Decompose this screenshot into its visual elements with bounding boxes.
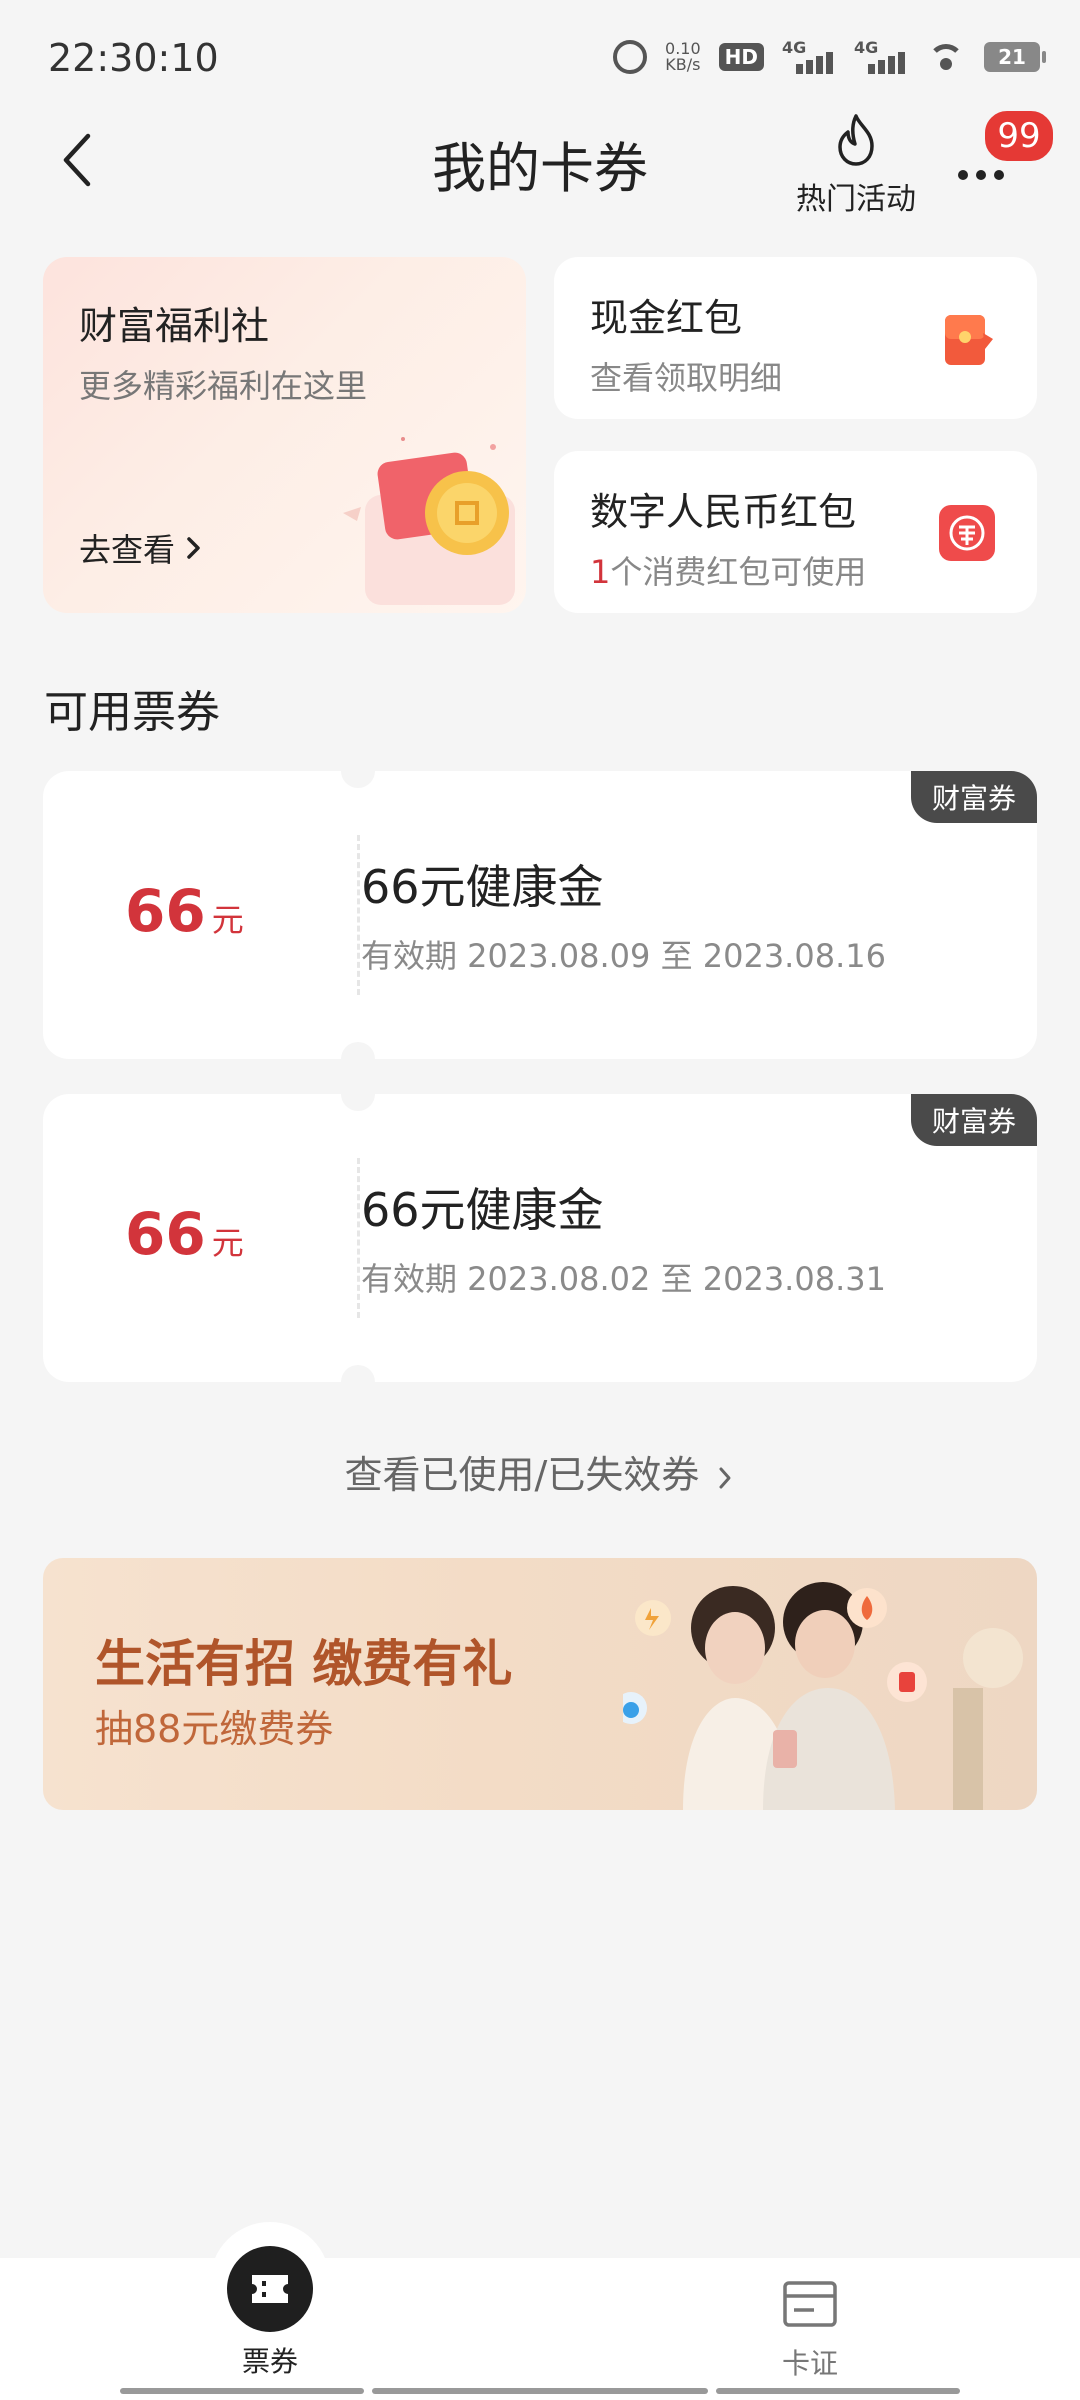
chevron-right-icon	[719, 1467, 731, 1488]
tab-tickets-label: 票券	[241, 2345, 298, 2378]
wealth-card-link-label: 去查看	[79, 531, 176, 569]
more-dot-icon	[976, 170, 986, 180]
signal-type: 4G	[782, 38, 807, 57]
more-dot-icon	[958, 170, 968, 180]
digital-currency-icon	[939, 505, 995, 561]
ticket-amount-unit: 元	[211, 901, 244, 939]
ticket-card[interactable]: 66 元 66元健康金 有效期 2023.08.02 至 2023.08.31 …	[43, 1094, 1037, 1382]
digital-card-subtitle-text: 个消费红包可使用	[610, 553, 867, 591]
used-expired-tickets-link[interactable]: 查看已使用/已失效券	[0, 1444, 1080, 1499]
section-title-available-tickets: 可用票券	[44, 687, 220, 738]
tab-cards-label: 卡证	[781, 2347, 838, 2380]
home-indicator	[716, 2388, 960, 2394]
ticket-name: 66元健康金	[361, 860, 604, 914]
network-speed: 0.10 KB/s	[665, 40, 701, 74]
home-indicator	[120, 2388, 364, 2394]
ticket-amount-number: 66	[125, 1200, 206, 1268]
banner-title: 生活有招 缴费有礼	[95, 1635, 513, 1693]
ticket-tag: 财富券	[911, 1094, 1037, 1146]
flame-icon	[838, 114, 874, 166]
cash-red-packet-card[interactable]: 现金红包 查看领取明细	[554, 257, 1037, 419]
couple-with-phone-illustration	[623, 1582, 1023, 1810]
cash-card-title: 现金红包	[590, 296, 743, 340]
ticket-amount-unit: 元	[211, 1224, 244, 1262]
home-indicator	[372, 2388, 708, 2394]
promo-banner[interactable]: 生活有招 缴费有礼 抽88元缴费券	[43, 1558, 1037, 1810]
notification-badge: 99	[982, 108, 1056, 164]
tab-cards[interactable]: 卡证	[730, 2280, 890, 2382]
alarm-icon	[613, 40, 648, 74]
ticket-icon	[227, 2246, 313, 2332]
tab-tickets[interactable]: 票券	[190, 2246, 350, 2380]
ticket-tag: 财富券	[911, 771, 1037, 823]
ticket-validity: 有效期 2023.08.09 至 2023.08.16	[361, 937, 886, 975]
battery-icon: 21	[984, 42, 1046, 72]
cash-card-subtitle: 查看领取明细	[590, 359, 783, 397]
wealth-card-subtitle: 更多精彩福利在这里	[79, 367, 368, 405]
wealth-welfare-card[interactable]: 财富福利社 更多精彩福利在这里 去查看	[43, 257, 526, 613]
ticket-name: 66元健康金	[361, 1183, 604, 1237]
ticket-card[interactable]: 66 元 66元健康金 有效期 2023.08.09 至 2023.08.16 …	[43, 771, 1037, 1059]
chevron-right-icon	[187, 537, 200, 559]
ticket-amount-number: 66	[125, 877, 206, 945]
hot-activities-label: 热门活动	[796, 182, 916, 217]
digital-card-count: 1	[590, 553, 611, 591]
digital-card-subtitle: 1个消费红包可使用	[590, 547, 866, 593]
status-time: 22:30:10	[48, 36, 219, 80]
more-dot-icon	[994, 170, 1004, 180]
ticket-validity: 有效期 2023.08.02 至 2023.08.31	[361, 1260, 886, 1298]
ticket-amount: 66 元	[125, 877, 244, 945]
card-icon	[783, 2281, 837, 2327]
signal-icon: 4G	[782, 38, 836, 74]
digital-rmb-card[interactable]: 数字人民币红包 1个消费红包可使用	[554, 451, 1037, 613]
signal-icon-2: 4G	[854, 38, 908, 74]
banner-subtitle: 抽88元缴费券	[95, 1707, 334, 1751]
used-expired-link-label: 查看已使用/已失效券	[344, 1453, 700, 1497]
gift-coin-illustration	[343, 437, 515, 605]
red-envelope-icon	[945, 315, 993, 365]
bottom-navigation	[0, 2258, 1080, 2400]
hot-activities-button[interactable]: 热门活动	[786, 112, 926, 218]
wifi-icon	[926, 42, 966, 72]
digital-card-title: 数字人民币红包	[590, 490, 857, 534]
wealth-card-link[interactable]: 去查看	[79, 525, 203, 571]
status-icons: 0.10 KB/s HD 4G 4G 21	[613, 38, 1046, 74]
signal-type-2: 4G	[854, 38, 879, 57]
hd-icon: HD	[718, 43, 764, 71]
network-speed-unit: KB/s	[665, 55, 701, 74]
ticket-amount: 66 元	[125, 1200, 244, 1268]
wealth-card-title: 财富福利社	[79, 304, 270, 348]
